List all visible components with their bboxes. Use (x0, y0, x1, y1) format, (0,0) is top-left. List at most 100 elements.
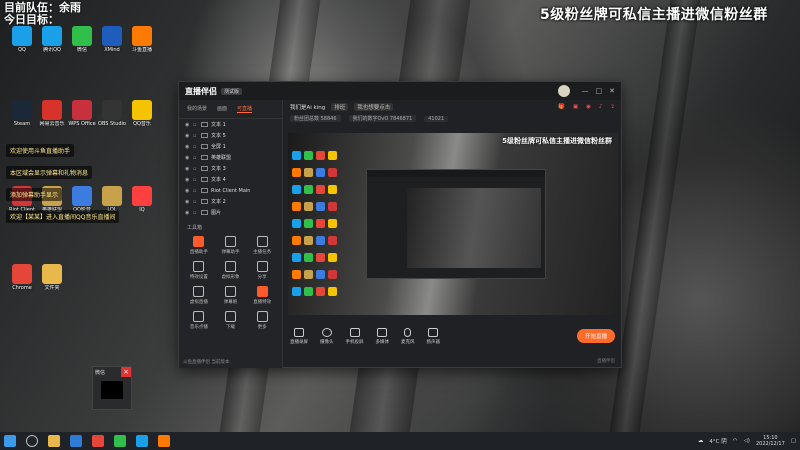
eye-icon[interactable]: ◉ (185, 188, 193, 194)
wechat-popup[interactable]: 微信 × (92, 366, 132, 410)
lock-icon[interactable]: ▫ (193, 144, 201, 150)
scene-item[interactable]: ◉ ▫ 文本 2 (179, 196, 282, 207)
app-icon (12, 264, 32, 284)
desktop-icon[interactable]: Steam (6, 100, 38, 127)
desktop-icon[interactable]: QQ音乐 (126, 100, 158, 127)
tool-button[interactable]: 音乐点播 (183, 311, 215, 330)
scene-item[interactable]: ◉ ▫ 文本 3 (179, 163, 282, 174)
eye-icon[interactable]: ◉ (185, 144, 193, 150)
lock-icon[interactable]: ▫ (193, 155, 201, 161)
bag-icon[interactable]: ▣ (573, 104, 578, 110)
desktop-icon[interactable]: OBS Studio (96, 100, 128, 127)
eye-icon[interactable]: ◉ (185, 199, 193, 205)
search-icon[interactable] (26, 435, 38, 447)
maximize-icon[interactable]: □ (596, 87, 603, 95)
lock-icon[interactable]: ▫ (193, 166, 201, 172)
close-icon[interactable]: × (121, 367, 131, 377)
camera-button[interactable]: 摄像头 (320, 327, 334, 345)
lock-icon[interactable]: ▫ (193, 122, 201, 128)
volume-icon[interactable]: ◁) (744, 438, 750, 444)
weather-icon[interactable]: ☁ (698, 438, 704, 444)
eye-icon[interactable]: ◉ (185, 122, 193, 128)
lock-icon[interactable]: ▫ (193, 177, 201, 183)
share-icon[interactable]: ⇪ (610, 104, 615, 110)
live-assistant-window: 直播伴侣 测试版 — □ ✕ 我的场景 画面 可直播 ◉ ▫ 文本 1 ◉ ▫ 文本 5 ◉… (178, 81, 622, 368)
scene-item[interactable]: ◉ ▫ 文本 4 (179, 174, 282, 185)
tab-screen[interactable]: 画面 (217, 105, 227, 113)
eye-icon[interactable]: ◉ (185, 210, 193, 216)
eye-icon[interactable]: ◉ (185, 166, 193, 172)
live-assistant-taskbar-icon[interactable] (158, 435, 170, 447)
eye-icon[interactable]: ◉ (185, 133, 193, 139)
tool-button[interactable]: 直播特效 (246, 286, 278, 305)
microphone-button[interactable]: 麦克风 (401, 327, 415, 345)
tool-button[interactable]: 特效设置 (183, 261, 215, 280)
desktop-icon[interactable]: QQ影音 (66, 186, 98, 213)
desktop-icon[interactable]: 微信 (66, 26, 98, 53)
tool-button[interactable]: 虚拟直播 (183, 286, 215, 305)
scene-item[interactable]: ◉ ▫ 全屏 1 (179, 141, 282, 152)
lock-icon[interactable]: ▫ (193, 210, 201, 216)
desktop-icon[interactable]: Chrome (6, 264, 38, 291)
qq-icon[interactable] (136, 435, 148, 447)
weather-text[interactable]: 4°C 阴 (709, 437, 726, 445)
scene-item[interactable]: ◉ ▫ 文本 1 (179, 119, 282, 130)
tool-button[interactable]: 虚拟形象 (215, 261, 247, 280)
streamer-name[interactable]: 我们是Ai king (290, 103, 325, 111)
desktop-icon[interactable]: WPS Office (66, 100, 98, 127)
wechat-icon[interactable] (114, 435, 126, 447)
tool-button[interactable]: 分享 (246, 261, 278, 280)
eye-icon[interactable]: ◉ (185, 155, 193, 161)
tool-button[interactable]: 弹幕助手 (215, 236, 247, 255)
tool-button[interactable]: 直播助手 (183, 236, 215, 255)
notification-icon[interactable]: ▢ (791, 438, 796, 444)
folder-icon[interactable] (48, 435, 60, 447)
desktop-icon[interactable]: LOL (96, 186, 128, 213)
tab-live[interactable]: 可直播 (237, 105, 253, 113)
edge-icon[interactable] (70, 435, 82, 447)
gift-icon[interactable]: 🎁 (558, 104, 565, 110)
tab-my-scenes[interactable]: 我的场景 (187, 105, 207, 113)
windows-start-icon[interactable] (4, 435, 16, 447)
wifi-icon[interactable]: ◠ (733, 438, 738, 444)
desktop-icon[interactable]: XMind (96, 26, 128, 53)
tool-button[interactable]: 弹幕姬 (215, 286, 247, 305)
desktop-icon[interactable]: QQ (6, 26, 38, 53)
chrome-icon[interactable] (92, 435, 104, 447)
avatar[interactable] (557, 85, 570, 97)
minimize-icon[interactable]: — (582, 87, 589, 95)
live-icon[interactable]: ◉ (586, 104, 591, 110)
note-tag[interactable]: 我也想要点击 (354, 102, 394, 111)
lock-icon[interactable]: ▫ (193, 199, 201, 205)
live-preview[interactable]: 5级粉丝牌可私信主播进微信粉丝群 (288, 133, 618, 315)
tool-button[interactable]: 更多 (246, 311, 278, 330)
close-icon[interactable]: ✕ (609, 87, 615, 95)
tool-button[interactable]: 下载 (215, 311, 247, 330)
camera-icon (321, 327, 332, 337)
lock-icon[interactable]: ▫ (193, 133, 201, 139)
phone-cast-button[interactable]: 手机投屏 (346, 327, 364, 345)
desktop-icon[interactable]: 网易云音乐 (36, 100, 68, 127)
scene-item[interactable]: ◉ ▫ Riot Client Main (179, 185, 282, 196)
desktop-icon[interactable]: IQ (126, 186, 158, 213)
app-icon (132, 100, 152, 120)
chat-message: 欢迎【某某】进入直播间QQ音乐直播间 (6, 210, 120, 223)
tool-button[interactable]: 主播任务 (246, 236, 278, 255)
desktop-icon[interactable]: 文件夹 (36, 264, 68, 291)
media-button[interactable]: 多媒体 (375, 327, 390, 345)
scene-item[interactable]: ◉ ▫ 英雄联盟 (179, 152, 282, 163)
schedule-tag[interactable]: 排班 (331, 102, 349, 111)
scene-item[interactable]: ◉ ▫ 文本 5 (179, 130, 282, 141)
scene-item[interactable]: ◉ ▫ 图片 (179, 207, 282, 218)
desktop-icon[interactable]: 腾讯QQ (36, 26, 68, 53)
speaker-button[interactable]: 扬声器 (427, 327, 440, 345)
eye-icon[interactable]: ◉ (185, 177, 193, 183)
screen-record-button[interactable]: 直播录屏 (290, 327, 308, 345)
start-live-button[interactable]: 开始直播 (576, 329, 615, 343)
desktop-icon[interactable]: 斗鱼直播 (126, 26, 158, 53)
tool-label: 分享 (257, 275, 267, 280)
bell-icon[interactable]: ♪ (599, 104, 603, 110)
media-label: 多媒体 (375, 339, 390, 345)
lock-icon[interactable]: ▫ (193, 188, 201, 194)
clock[interactable]: 15:10 2022/12/17 (756, 435, 785, 447)
